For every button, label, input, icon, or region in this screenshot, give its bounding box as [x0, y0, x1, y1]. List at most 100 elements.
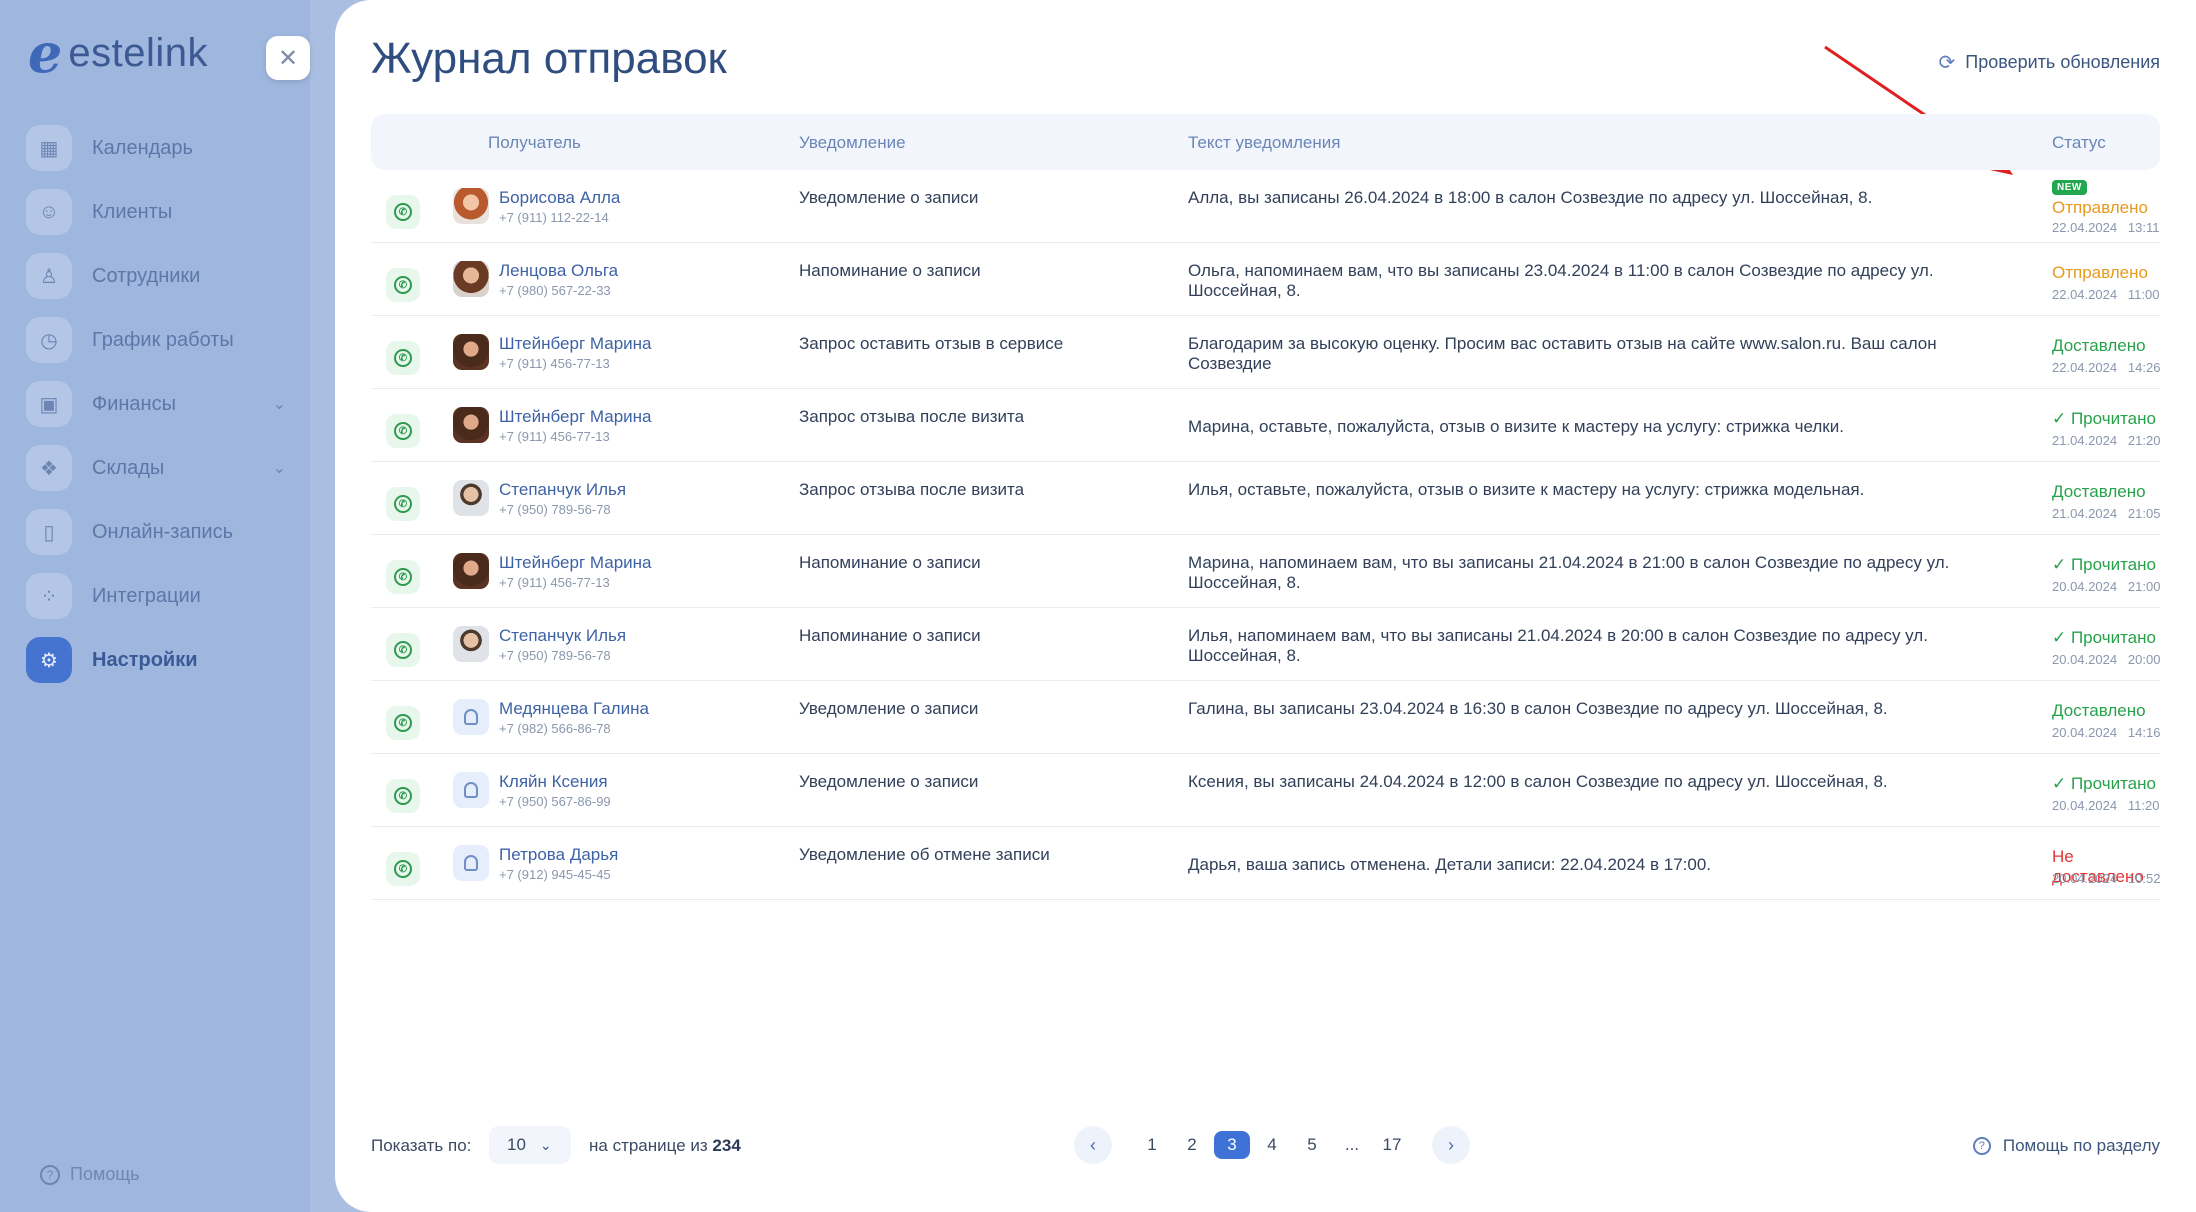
- sidebar-item-clients[interactable]: ☺ Клиенты: [26, 180, 286, 244]
- whatsapp-icon: ✆: [386, 706, 420, 740]
- chevron-down-icon[interactable]: ⌄: [273, 458, 286, 478]
- recipient-phone: +7 (911) 456-77-13: [499, 575, 610, 590]
- recipient-name[interactable]: Борисова Алла: [499, 188, 620, 208]
- status-badge: ✓ Прочитано: [2052, 774, 2156, 793]
- notification-text: Дарья, ваша запись отменена. Детали запи…: [1188, 855, 1712, 874]
- recipient-name[interactable]: Ленцова Ольга: [499, 261, 618, 281]
- column-text[interactable]: Текст уведомления: [1188, 133, 1340, 153]
- status-time: 11:00: [2127, 287, 2160, 302]
- help-icon: ?: [40, 1164, 60, 1185]
- sidebar: e estelink ✕ ▦ Календарь ☺ Клиенты ♙ Сот…: [0, 0, 310, 1212]
- recipient-name[interactable]: Штейнберг Марина: [499, 334, 652, 354]
- pagination: ‹ 1 2 3 4 5 ... 17 ›: [1074, 1126, 1470, 1164]
- status-datetime: 20.04.2024 11:20: [2052, 798, 2160, 813]
- whatsapp-icon: ✆: [386, 633, 420, 667]
- sidebar-item-calendar[interactable]: ▦ Календарь: [26, 116, 286, 180]
- column-recipient[interactable]: Получатель: [488, 133, 581, 153]
- notification-text: Илья, напоминаем вам, что вы записаны 21…: [1188, 626, 1928, 665]
- table-row[interactable]: ✆ Кляйн Ксения +7 (950) 567-86-99 Уведом…: [371, 754, 2160, 827]
- whatsapp-icon: ✆: [386, 487, 420, 521]
- avatar-placeholder: [453, 699, 489, 735]
- whatsapp-icon: ✆: [386, 414, 420, 448]
- status-date: 20.04.2024: [2052, 579, 2118, 594]
- page-17[interactable]: 17: [1374, 1131, 1410, 1159]
- sidebar-item-finance[interactable]: ▣ Финансы ⌄: [26, 372, 286, 436]
- notification-text: Благодарим за высокую оценку. Просим вас…: [1188, 334, 1937, 373]
- table-row[interactable]: ✆ Борисова Алла +7 (911) 112-22-14 Уведо…: [371, 170, 2160, 243]
- check-updates-button[interactable]: ⟳ Проверить обновления: [1939, 50, 2160, 75]
- logo[interactable]: e estelink: [28, 26, 208, 80]
- total-label: на странице из 234: [589, 1136, 741, 1156]
- table-row[interactable]: ✆ Степанчук Илья +7 (950) 789-56-78 Напо…: [371, 608, 2160, 681]
- page-5[interactable]: 5: [1294, 1131, 1330, 1159]
- sidebar-item-schedule[interactable]: ◷ График работы: [26, 308, 286, 372]
- prev-page-button[interactable]: ‹: [1074, 1126, 1112, 1164]
- table-row[interactable]: ✆ Штейнберг Марина +7 (911) 456-77-13 На…: [371, 535, 2160, 608]
- status-datetime: 20.04.2024 10:52: [2052, 871, 2160, 886]
- next-page-button[interactable]: ›: [1432, 1126, 1470, 1164]
- close-sidebar-button[interactable]: ✕: [266, 36, 310, 80]
- sidebar-item-label: Онлайн-запись: [92, 520, 233, 543]
- per-page-select[interactable]: 10 ⌄: [489, 1126, 571, 1164]
- recipient-name[interactable]: Медянцева Галина: [499, 699, 649, 719]
- sidebar-item-settings[interactable]: ⚙ Настройки: [26, 628, 286, 692]
- page-2[interactable]: 2: [1174, 1131, 1210, 1159]
- table-row[interactable]: ✆ Степанчук Илья +7 (950) 789-56-78 Запр…: [371, 462, 2160, 535]
- calendar-icon: ▦: [26, 125, 72, 171]
- grid-icon: ⁘: [26, 573, 72, 619]
- close-icon: ✕: [277, 44, 299, 72]
- help-link[interactable]: ? Помощь: [40, 1164, 140, 1185]
- chevron-down-icon[interactable]: ⌄: [273, 394, 286, 414]
- total-label-text: на странице из: [589, 1136, 708, 1155]
- recipient-name[interactable]: Степанчук Илья: [499, 626, 626, 646]
- status-date: 22.04.2024: [2052, 220, 2118, 235]
- sidebar-item-label: Календарь: [92, 136, 193, 159]
- sidebar-item-integrations[interactable]: ⁘ Интеграции: [26, 564, 286, 628]
- avatar: [453, 261, 489, 297]
- whatsapp-icon: ✆: [386, 852, 420, 886]
- table-row[interactable]: ✆ Штейнберг Марина +7 (911) 456-77-13 За…: [371, 389, 2160, 462]
- sidebar-item-label: Настройки: [92, 648, 198, 671]
- per-page-label: Показать по:: [371, 1136, 472, 1155]
- recipient-phone: +7 (911) 456-77-13: [499, 429, 610, 444]
- status-date: 21.04.2024: [2052, 506, 2118, 521]
- sidebar-item-online-booking[interactable]: ▯ Онлайн-запись: [26, 500, 286, 564]
- sidebar-item-label: Клиенты: [92, 200, 173, 223]
- column-notification[interactable]: Уведомление: [799, 133, 906, 153]
- avatar-placeholder: [453, 845, 489, 881]
- page-title: Журнал отправок: [371, 34, 727, 83]
- check-updates-label: Проверить обновления: [1965, 52, 2160, 72]
- recipient-name[interactable]: Петрова Дарья: [499, 845, 618, 865]
- section-help-link[interactable]: ? Помощь по разделу: [1972, 1136, 2160, 1156]
- page-4[interactable]: 4: [1254, 1131, 1290, 1159]
- status-time: 20:00: [2127, 652, 2161, 667]
- notification-type: Напоминание о записи: [799, 626, 981, 645]
- gear-icon: ⚙: [26, 637, 72, 683]
- refresh-icon: ⟳: [1938, 52, 1956, 74]
- column-status[interactable]: Статус: [2052, 133, 2106, 153]
- recipient-name[interactable]: Степанчук Илья: [499, 480, 626, 500]
- recipient-name[interactable]: Штейнберг Марина: [499, 553, 652, 573]
- table-row[interactable]: ✆ Петрова Дарья +7 (912) 945-45-45 Уведо…: [371, 827, 2160, 900]
- status-datetime: 21.04.2024 21:05: [2052, 506, 2160, 521]
- recipient-name[interactable]: Штейнберг Марина: [499, 407, 652, 427]
- table-row[interactable]: ✆ Медянцева Галина +7 (982) 566-86-78 Ув…: [371, 681, 2160, 754]
- page-1[interactable]: 1: [1134, 1131, 1170, 1159]
- notification-type: Уведомление о записи: [799, 772, 979, 791]
- table-row[interactable]: ✆ Ленцова Ольга +7 (980) 567-22-33 Напом…: [371, 243, 2160, 316]
- recipient-name[interactable]: Кляйн Ксения: [499, 772, 608, 792]
- sidebar-item-staff[interactable]: ♙ Сотрудники: [26, 244, 286, 308]
- sidebar-item-label: Финансы: [92, 392, 176, 415]
- table-row[interactable]: ✆ Штейнберг Марина +7 (911) 456-77-13 За…: [371, 316, 2160, 389]
- recipient-phone: +7 (950) 567-86-99: [499, 794, 611, 809]
- status-time: 13:11: [2127, 220, 2160, 235]
- notification-text: Галина, вы записаны 23.04.2024 в 16:30 в…: [1188, 699, 1888, 718]
- status-time: 11:20: [2127, 798, 2160, 813]
- status-badge: Отправлено: [2052, 198, 2148, 217]
- page-ellipsis: ...: [1344, 1135, 1360, 1154]
- sidebar-item-warehouses[interactable]: ❖ Склады ⌄: [26, 436, 286, 500]
- avatar: [453, 407, 489, 443]
- page-3-current[interactable]: 3: [1214, 1131, 1250, 1159]
- status-datetime: 21.04.2024 21:20: [2052, 433, 2160, 448]
- notification-type: Уведомление о записи: [799, 188, 979, 207]
